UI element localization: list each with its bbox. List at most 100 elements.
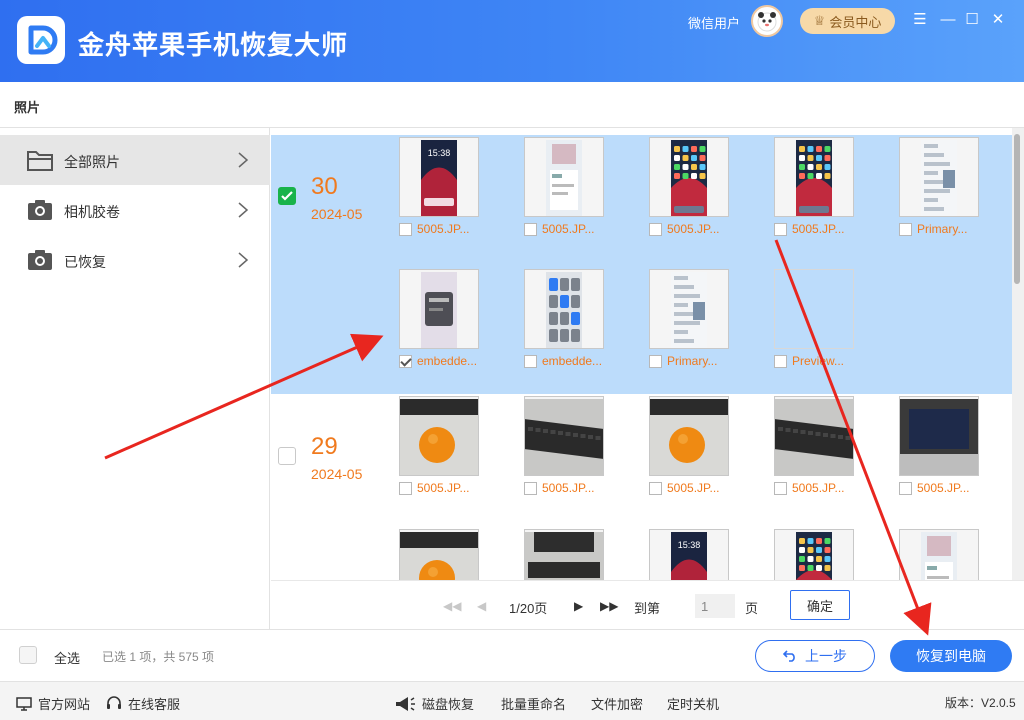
confirm-page-button[interactable]: 确定 <box>790 590 850 620</box>
photo-checkbox[interactable] <box>524 482 537 495</box>
group-checkbox[interactable] <box>278 447 296 465</box>
photo-thumbnail[interactable] <box>774 529 854 580</box>
previous-step-button[interactable]: 上一步 <box>755 640 875 672</box>
photo-image <box>546 140 582 216</box>
photo-filename: 5005.JP... <box>542 222 595 236</box>
photo-thumbnail[interactable] <box>524 529 604 580</box>
maximize-icon[interactable]: ☐ <box>962 9 982 29</box>
previous-step-label: 上一步 <box>805 648 847 664</box>
photo-grid: 30 2024-05 15:38 5005.JP... 5005.JP... 5005.J… <box>271 128 1024 580</box>
last-page-icon[interactable]: ▶▶ <box>600 599 618 613</box>
photo-thumbnail[interactable] <box>774 137 854 217</box>
photo-thumbnail[interactable] <box>899 396 979 476</box>
photo-thumbnail[interactable] <box>399 269 479 349</box>
photo-thumbnail[interactable] <box>649 137 729 217</box>
prev-page-icon[interactable]: ◀ <box>477 599 486 613</box>
photo-filename: Primary... <box>917 222 968 236</box>
member-center-button[interactable]: ♕ 会员中心 <box>800 8 895 34</box>
photo-thumbnail[interactable] <box>524 137 604 217</box>
photo-image: 15:38 <box>421 140 457 216</box>
photo-thumbnail[interactable] <box>524 269 604 349</box>
photo-image <box>921 532 957 580</box>
select-all-checkbox[interactable] <box>19 646 37 664</box>
photo-thumbnail[interactable] <box>899 137 979 217</box>
photo-thumbnail[interactable] <box>649 396 729 476</box>
group-day: 29 <box>311 433 338 460</box>
app-logo <box>17 16 65 64</box>
chevron-right-icon <box>238 252 249 268</box>
photo-filename: 5005.JP... <box>417 222 470 236</box>
photo-checkbox[interactable] <box>399 355 412 368</box>
photo-thumbnail[interactable]: 15:38 <box>399 137 479 217</box>
sidebar-item-all-photos[interactable]: 全部照片 <box>0 135 270 185</box>
photo-image <box>546 272 582 348</box>
photo-checkbox[interactable] <box>524 355 537 368</box>
scheduled-shutdown-link[interactable]: 定时关机 <box>667 694 719 713</box>
group-checkbox[interactable] <box>278 187 296 205</box>
breadcrumb-label: 照片 <box>14 100 41 115</box>
minimize-icon[interactable]: — <box>938 9 958 29</box>
sidebar-item-label: 相机胶卷 <box>64 204 120 220</box>
group-day: 30 <box>311 173 338 200</box>
disk-recovery-link[interactable]: 磁盘恢复 <box>394 694 474 713</box>
photo-thumbnail[interactable] <box>399 529 479 580</box>
photo-filename: 5005.JP... <box>792 222 845 236</box>
photo-thumbnail[interactable]: 15:38 <box>649 529 729 580</box>
first-page-icon[interactable]: ◀◀ <box>443 599 461 613</box>
photo-image <box>650 399 728 475</box>
photo-checkbox[interactable] <box>899 482 912 495</box>
photo-filename: embedde... <box>417 354 478 368</box>
close-icon[interactable]: ✕ <box>988 9 1008 29</box>
member-center-label: 会员中心 <box>829 14 882 30</box>
photo-checkbox[interactable] <box>399 482 412 495</box>
photo-filename: Preview... <box>792 354 845 368</box>
recover-to-pc-button[interactable]: 恢复到电脑 <box>890 640 1012 672</box>
action-bar: 全选 已选 1 项，共 575 项 上一步 恢复到电脑 <box>0 629 1024 681</box>
photo-checkbox[interactable] <box>774 482 787 495</box>
photo-image <box>900 399 978 475</box>
scrollbar-thumb[interactable] <box>1014 134 1020 284</box>
photo-thumbnail[interactable] <box>899 529 979 580</box>
photo-checkbox[interactable] <box>774 223 787 236</box>
photo-checkbox[interactable] <box>649 355 662 368</box>
page-unit-label: 页 <box>745 601 759 616</box>
select-all-label[interactable]: 全选 <box>54 648 80 667</box>
sidebar-item-recovered[interactable]: 已恢复 <box>0 235 270 285</box>
photo-filename: embedde... <box>542 354 603 368</box>
file-encrypt-link[interactable]: 文件加密 <box>591 694 643 713</box>
menu-icon[interactable]: ☰ <box>910 9 930 29</box>
disk-recovery-label: 磁盘恢复 <box>422 697 475 712</box>
folder-icon <box>27 151 53 171</box>
user-name[interactable]: 微信用户 <box>688 13 740 32</box>
sidebar-item-camera-roll[interactable]: 相机胶卷 <box>0 185 270 235</box>
photo-thumbnail[interactable] <box>774 396 854 476</box>
next-page-icon[interactable]: ▶ <box>574 599 583 613</box>
photo-checkbox[interactable] <box>649 223 662 236</box>
online-support-label: 在线客服 <box>128 697 181 712</box>
page-number-input[interactable] <box>695 594 735 618</box>
photo-image: 15:38 <box>671 532 707 580</box>
title-bar: 金舟苹果手机恢复大师 微信用户 ♕ 会员中心 ☰ — ☐ ✕ <box>0 0 1024 82</box>
monitor-icon <box>16 696 32 711</box>
goto-label: 到第 <box>634 601 661 616</box>
photo-image <box>525 532 603 580</box>
photo-thumbnail[interactable] <box>649 269 729 349</box>
photo-checkbox[interactable] <box>524 223 537 236</box>
photo-checkbox[interactable] <box>899 223 912 236</box>
batch-rename-link[interactable]: 批量重命名 <box>501 694 566 713</box>
online-support-link[interactable]: 在线客服 <box>106 694 180 713</box>
back-arrow-icon <box>783 650 795 662</box>
photo-thumbnail[interactable] <box>774 269 854 349</box>
photo-checkbox[interactable] <box>774 355 787 368</box>
photo-thumbnail[interactable] <box>524 396 604 476</box>
photo-checkbox[interactable] <box>649 482 662 495</box>
photo-thumbnail[interactable] <box>399 396 479 476</box>
official-website-link[interactable]: 官方网站 <box>16 694 90 713</box>
photo-image <box>671 140 707 216</box>
photo-image <box>400 399 478 475</box>
check-icon <box>281 191 293 201</box>
avatar[interactable] <box>751 5 783 37</box>
photo-filename: 5005.JP... <box>667 222 720 236</box>
photo-checkbox[interactable] <box>399 223 412 236</box>
svg-text:15:38: 15:38 <box>428 148 451 158</box>
